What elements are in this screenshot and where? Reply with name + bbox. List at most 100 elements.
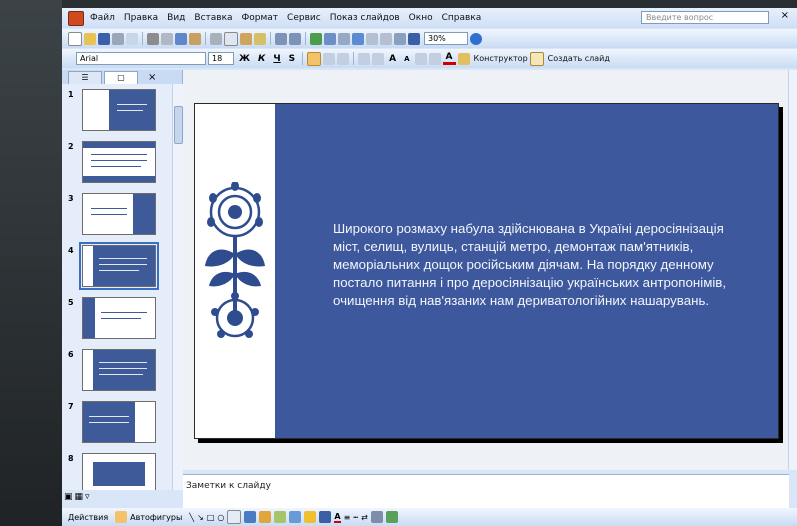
- current-slide[interactable]: Широкого розмаху набула здійснювана в Ук…: [194, 103, 779, 439]
- close-icon[interactable]: ×: [781, 10, 789, 21]
- insert-chart-icon[interactable]: [310, 32, 322, 45]
- increase-font-button[interactable]: A: [386, 54, 399, 64]
- slide-thumb-row[interactable]: 1: [62, 86, 172, 138]
- rectangle-tool-icon[interactable]: □: [207, 513, 215, 522]
- decrease-font-button[interactable]: A: [401, 55, 412, 63]
- permission-icon[interactable]: [112, 32, 124, 45]
- font-size-select[interactable]: 18: [208, 52, 234, 65]
- font-color-button[interactable]: A: [442, 52, 456, 65]
- decrease-indent-icon[interactable]: [414, 52, 427, 65]
- menu-edit[interactable]: Правка: [124, 13, 158, 23]
- email-icon[interactable]: [126, 32, 138, 45]
- font-color-icon[interactable]: A: [334, 512, 341, 523]
- copy-icon[interactable]: [224, 31, 238, 46]
- show-formatting-icon[interactable]: [380, 32, 392, 45]
- line-tool-icon[interactable]: ╲: [189, 513, 194, 522]
- autoshapes-menu[interactable]: Автофигуры: [130, 513, 182, 522]
- slide-thumbnail[interactable]: [82, 89, 156, 131]
- shadow-style-icon[interactable]: [370, 511, 383, 523]
- save-icon[interactable]: [98, 32, 110, 45]
- scrollbar-thumb[interactable]: [174, 106, 183, 144]
- format-painter-icon[interactable]: [254, 32, 266, 45]
- thumbnails-scrollbar[interactable]: [172, 84, 183, 490]
- new-document-icon[interactable]: [68, 31, 82, 46]
- undo-icon[interactable]: [275, 32, 287, 45]
- designer-icon[interactable]: [457, 52, 470, 65]
- slide-thumbnail[interactable]: [82, 349, 156, 391]
- bullets-icon[interactable]: [372, 52, 385, 65]
- slide-thumb-row[interactable]: 8: [62, 450, 172, 490]
- tab-outline[interactable]: ☰: [68, 71, 102, 84]
- slideshow-view-button[interactable]: ▿: [85, 492, 90, 502]
- help-icon[interactable]: [470, 32, 482, 45]
- menu-format[interactable]: Формат: [242, 13, 279, 23]
- menu-slideshow[interactable]: Показ слайдов: [330, 13, 400, 23]
- slide-thumbnail[interactable]: [82, 453, 156, 490]
- print-preview-icon[interactable]: [161, 32, 173, 45]
- menu-window[interactable]: Окно: [409, 13, 433, 23]
- normal-view-button[interactable]: ▣: [64, 492, 73, 502]
- slide-thumb-row[interactable]: 3: [62, 190, 172, 242]
- arrow-style-icon[interactable]: ⇄: [361, 513, 368, 522]
- 3d-style-icon[interactable]: [385, 511, 398, 523]
- print-icon[interactable]: [147, 32, 159, 45]
- select-objects-icon[interactable]: [115, 511, 128, 523]
- slide-vertical-scrollbar[interactable]: [788, 70, 797, 470]
- slide-thumbnail-selected[interactable]: [79, 242, 159, 290]
- menu-file[interactable]: Файл: [90, 13, 115, 23]
- clipart-icon[interactable]: [274, 511, 287, 523]
- grid-icon[interactable]: [394, 32, 406, 45]
- expand-all-icon[interactable]: [366, 32, 378, 45]
- slide-thumb-row[interactable]: 7: [62, 398, 172, 450]
- arrow-tool-icon[interactable]: ↘: [197, 513, 204, 522]
- color-grayscale-icon[interactable]: [408, 32, 420, 45]
- align-left-icon[interactable]: [307, 51, 322, 66]
- menu-help[interactable]: Справка: [442, 13, 482, 23]
- textbox-icon[interactable]: [227, 510, 242, 524]
- tables-borders-icon[interactable]: [338, 32, 350, 45]
- align-right-icon[interactable]: [337, 52, 350, 65]
- designer-button[interactable]: Конструктор: [474, 54, 528, 63]
- menu-tools[interactable]: Сервис: [287, 13, 321, 23]
- slide-thumbnail[interactable]: [82, 193, 156, 235]
- slide-body-text[interactable]: Широкого розмаху набула здійснювана в Ук…: [333, 220, 733, 310]
- redo-icon[interactable]: [289, 32, 301, 45]
- menu-view[interactable]: Вид: [167, 13, 185, 23]
- powerpoint-app-icon[interactable]: [68, 10, 84, 26]
- shadow-button[interactable]: S: [286, 54, 298, 64]
- open-folder-icon[interactable]: [84, 32, 96, 45]
- diagram-icon[interactable]: [259, 511, 272, 523]
- wordart-icon[interactable]: [244, 511, 257, 523]
- spelling-icon[interactable]: [175, 32, 187, 45]
- paste-icon[interactable]: [240, 32, 252, 45]
- fill-color-icon[interactable]: [304, 511, 317, 523]
- slide-thumbnail[interactable]: [82, 401, 156, 443]
- ask-question-input[interactable]: Введите вопрос: [641, 11, 769, 24]
- slide-notes-pane[interactable]: Заметки к слайду: [183, 474, 789, 508]
- cut-icon[interactable]: [210, 32, 222, 45]
- insert-diagram-icon[interactable]: [352, 32, 364, 45]
- tab-slides[interactable]: ▢: [104, 71, 138, 84]
- increase-indent-icon[interactable]: [428, 52, 441, 65]
- slide-thumb-row[interactable]: 5: [62, 294, 172, 346]
- numbering-icon[interactable]: [358, 52, 371, 65]
- slide-thumbnail[interactable]: [82, 141, 156, 183]
- slide-thumb-row-selected[interactable]: 4: [62, 242, 172, 294]
- menu-insert[interactable]: Вставка: [194, 13, 232, 23]
- new-slide-icon[interactable]: [529, 51, 544, 66]
- line-color-icon[interactable]: [319, 511, 332, 523]
- insert-table-icon[interactable]: [324, 32, 336, 45]
- slide-thumb-row[interactable]: 2: [62, 138, 172, 190]
- oval-tool-icon[interactable]: ○: [217, 513, 224, 522]
- slide-thumb-row[interactable]: 6: [62, 346, 172, 398]
- new-slide-button[interactable]: Создать слайд: [548, 54, 610, 63]
- zoom-select[interactable]: 30%: [424, 32, 468, 45]
- bold-button[interactable]: Ж: [236, 54, 253, 64]
- line-style-icon[interactable]: ≡: [344, 513, 351, 522]
- underline-button[interactable]: Ч: [270, 54, 283, 64]
- slide-thumbnail[interactable]: [82, 297, 156, 339]
- dash-style-icon[interactable]: ┅: [353, 513, 358, 522]
- picture-icon[interactable]: [289, 511, 302, 523]
- panel-close-icon[interactable]: ×: [148, 72, 156, 84]
- italic-button[interactable]: К: [255, 54, 268, 64]
